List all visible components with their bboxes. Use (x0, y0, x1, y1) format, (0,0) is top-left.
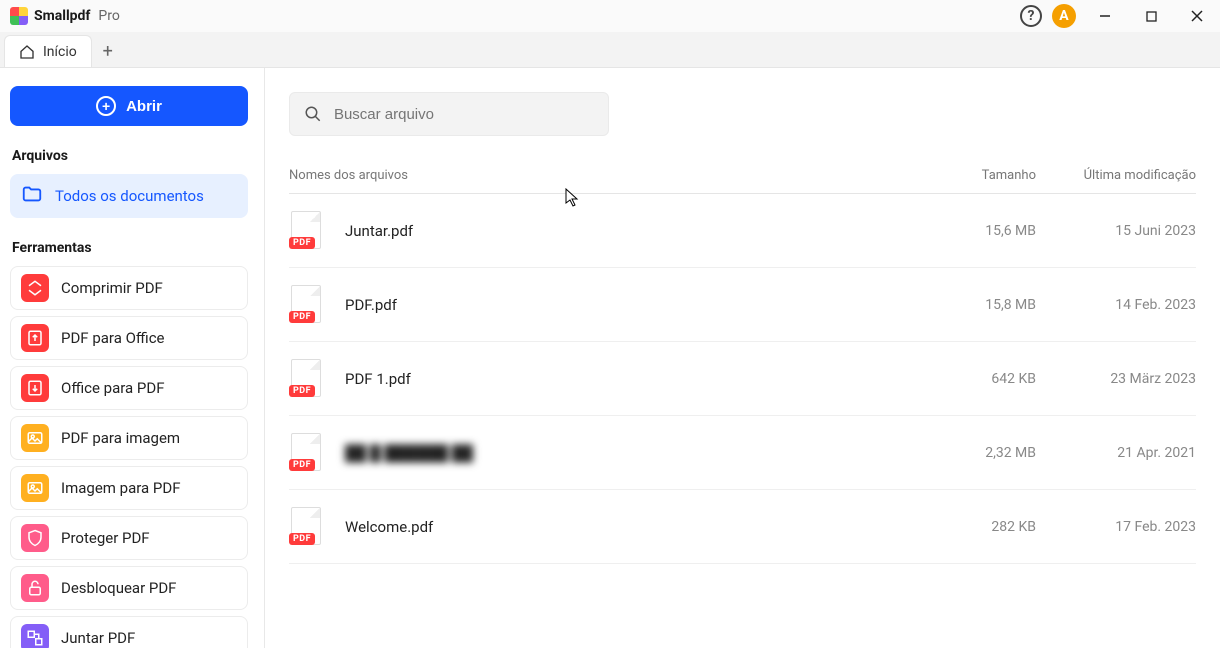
app-logo: Smallpdf Pro (10, 7, 120, 25)
pdf-file-icon: PDF (289, 285, 323, 325)
sidebar-item-label: Desbloquear PDF (61, 579, 176, 597)
sidebar-tool-item[interactable]: Proteger PDF (10, 516, 248, 560)
sidebar-item-label: Comprimir PDF (61, 279, 163, 297)
pdf-file-icon: PDF (289, 507, 323, 547)
file-size: 15,8 MB (906, 297, 1036, 313)
sidebar-tool-item[interactable]: Juntar PDF (10, 616, 248, 648)
plus-circle-icon: + (96, 96, 116, 116)
pdf-file-icon: PDF (289, 359, 323, 399)
file-name: ██ █ ██████ ██ (345, 444, 906, 462)
open-button[interactable]: + Abrir (10, 86, 248, 126)
sidebar-item-label: Juntar PDF (61, 629, 135, 647)
sidebar-section-files: Arquivos (12, 148, 252, 164)
tab-home-label: Início (43, 44, 77, 60)
table-header: Nomes dos arquivos Tamanho Última modifi… (289, 168, 1196, 194)
home-icon (19, 44, 35, 60)
table-row[interactable]: PDF Juntar.pdf 15,6 MB 15 Juni 2023 (289, 194, 1196, 268)
file-size: 282 KB (906, 519, 1036, 535)
file-modified: 17 Feb. 2023 (1036, 519, 1196, 535)
tool-icon (21, 524, 49, 552)
sidebar-tool-item[interactable]: Comprimir PDF (10, 266, 248, 310)
app-name: Smallpdf (34, 8, 90, 24)
file-modified: 15 Juni 2023 (1036, 223, 1196, 239)
main-content: Nomes dos arquivos Tamanho Última modifi… (265, 68, 1220, 648)
file-name: Welcome.pdf (345, 518, 906, 536)
tool-icon (21, 474, 49, 502)
pdf-file-icon: PDF (289, 211, 323, 251)
open-button-label: Abrir (126, 98, 162, 115)
sidebar-tool-item[interactable]: Desbloquear PDF (10, 566, 248, 610)
tool-icon (21, 374, 49, 402)
column-header-modified[interactable]: Última modificação (1036, 168, 1196, 183)
sidebar-tool-item[interactable]: Imagem para PDF (10, 466, 248, 510)
sidebar: + Abrir Arquivos Todos os documentos Fer… (0, 68, 265, 648)
table-row[interactable]: PDF PDF 1.pdf 642 KB 23 März 2023 (289, 342, 1196, 416)
sidebar-tool-item[interactable]: Office para PDF (10, 366, 248, 410)
sidebar-item-label: Todos os documentos (55, 187, 204, 205)
column-header-name[interactable]: Nomes dos arquivos (289, 168, 906, 183)
window-maximize-button[interactable] (1128, 0, 1174, 32)
file-name: PDF.pdf (345, 296, 906, 314)
file-size: 642 KB (906, 371, 1036, 387)
new-tab-button[interactable]: + (92, 35, 124, 67)
file-modified: 14 Feb. 2023 (1036, 297, 1196, 313)
search-box[interactable] (289, 92, 609, 136)
tool-icon (21, 574, 49, 602)
table-row[interactable]: PDF PDF.pdf 15,8 MB 14 Feb. 2023 (289, 268, 1196, 342)
tool-icon (21, 274, 49, 302)
window-minimize-button[interactable] (1082, 0, 1128, 32)
column-header-size[interactable]: Tamanho (906, 168, 1036, 183)
file-modified: 21 Apr. 2021 (1036, 445, 1196, 461)
folder-icon (21, 183, 43, 209)
window-close-button[interactable] (1174, 0, 1220, 32)
file-modified: 23 März 2023 (1036, 371, 1196, 387)
app-edition: Pro (98, 8, 119, 24)
help-button[interactable]: ? (1020, 5, 1042, 27)
titlebar: Smallpdf Pro ? A (0, 0, 1220, 32)
tool-icon (21, 424, 49, 452)
tool-icon (21, 624, 49, 648)
pdf-file-icon: PDF (289, 433, 323, 473)
sidebar-item-label: Imagem para PDF (61, 479, 181, 497)
table-row[interactable]: PDF Welcome.pdf 282 KB 17 Feb. 2023 (289, 490, 1196, 564)
file-name: PDF 1.pdf (345, 370, 906, 388)
search-icon (304, 104, 322, 124)
avatar[interactable]: A (1052, 4, 1076, 28)
table-row[interactable]: PDF ██ █ ██████ ██ 2,32 MB 21 Apr. 2021 (289, 416, 1196, 490)
logo-mark-icon (10, 7, 28, 25)
file-size: 2,32 MB (906, 445, 1036, 461)
file-size: 15,6 MB (906, 223, 1036, 239)
sidebar-item-label: PDF para imagem (61, 429, 180, 447)
sidebar-tool-item[interactable]: PDF para Office (10, 316, 248, 360)
sidebar-item-all-documents[interactable]: Todos os documentos (10, 174, 248, 218)
sidebar-item-label: PDF para Office (61, 329, 165, 347)
tab-home[interactable]: Início (4, 35, 92, 67)
sidebar-item-label: Office para PDF (61, 379, 165, 397)
sidebar-section-tools: Ferramentas (12, 240, 252, 256)
sidebar-item-label: Proteger PDF (61, 529, 150, 547)
file-name: Juntar.pdf (345, 222, 906, 240)
search-input[interactable] (334, 106, 594, 123)
tool-icon (21, 324, 49, 352)
sidebar-tool-item[interactable]: PDF para imagem (10, 416, 248, 460)
tabbar: Início + (0, 32, 1220, 68)
